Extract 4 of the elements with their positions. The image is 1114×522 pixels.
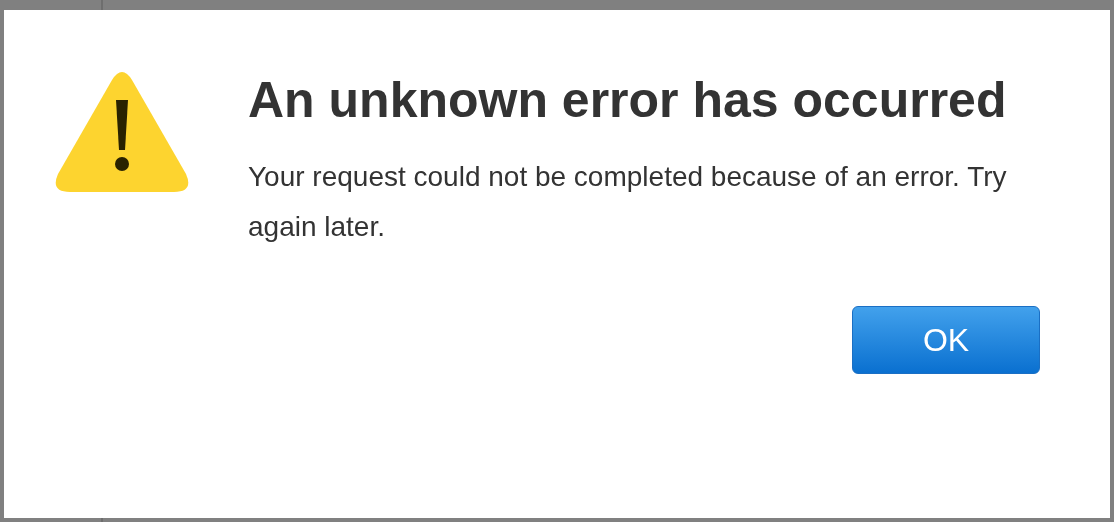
dialog-message: Your request could not be completed because of an error. Try again later. [248,160,1008,244]
warning-icon [54,70,190,194]
ok-button[interactable]: OK [852,306,1040,374]
dialog-title: An unknown error has occurred [248,71,1008,130]
